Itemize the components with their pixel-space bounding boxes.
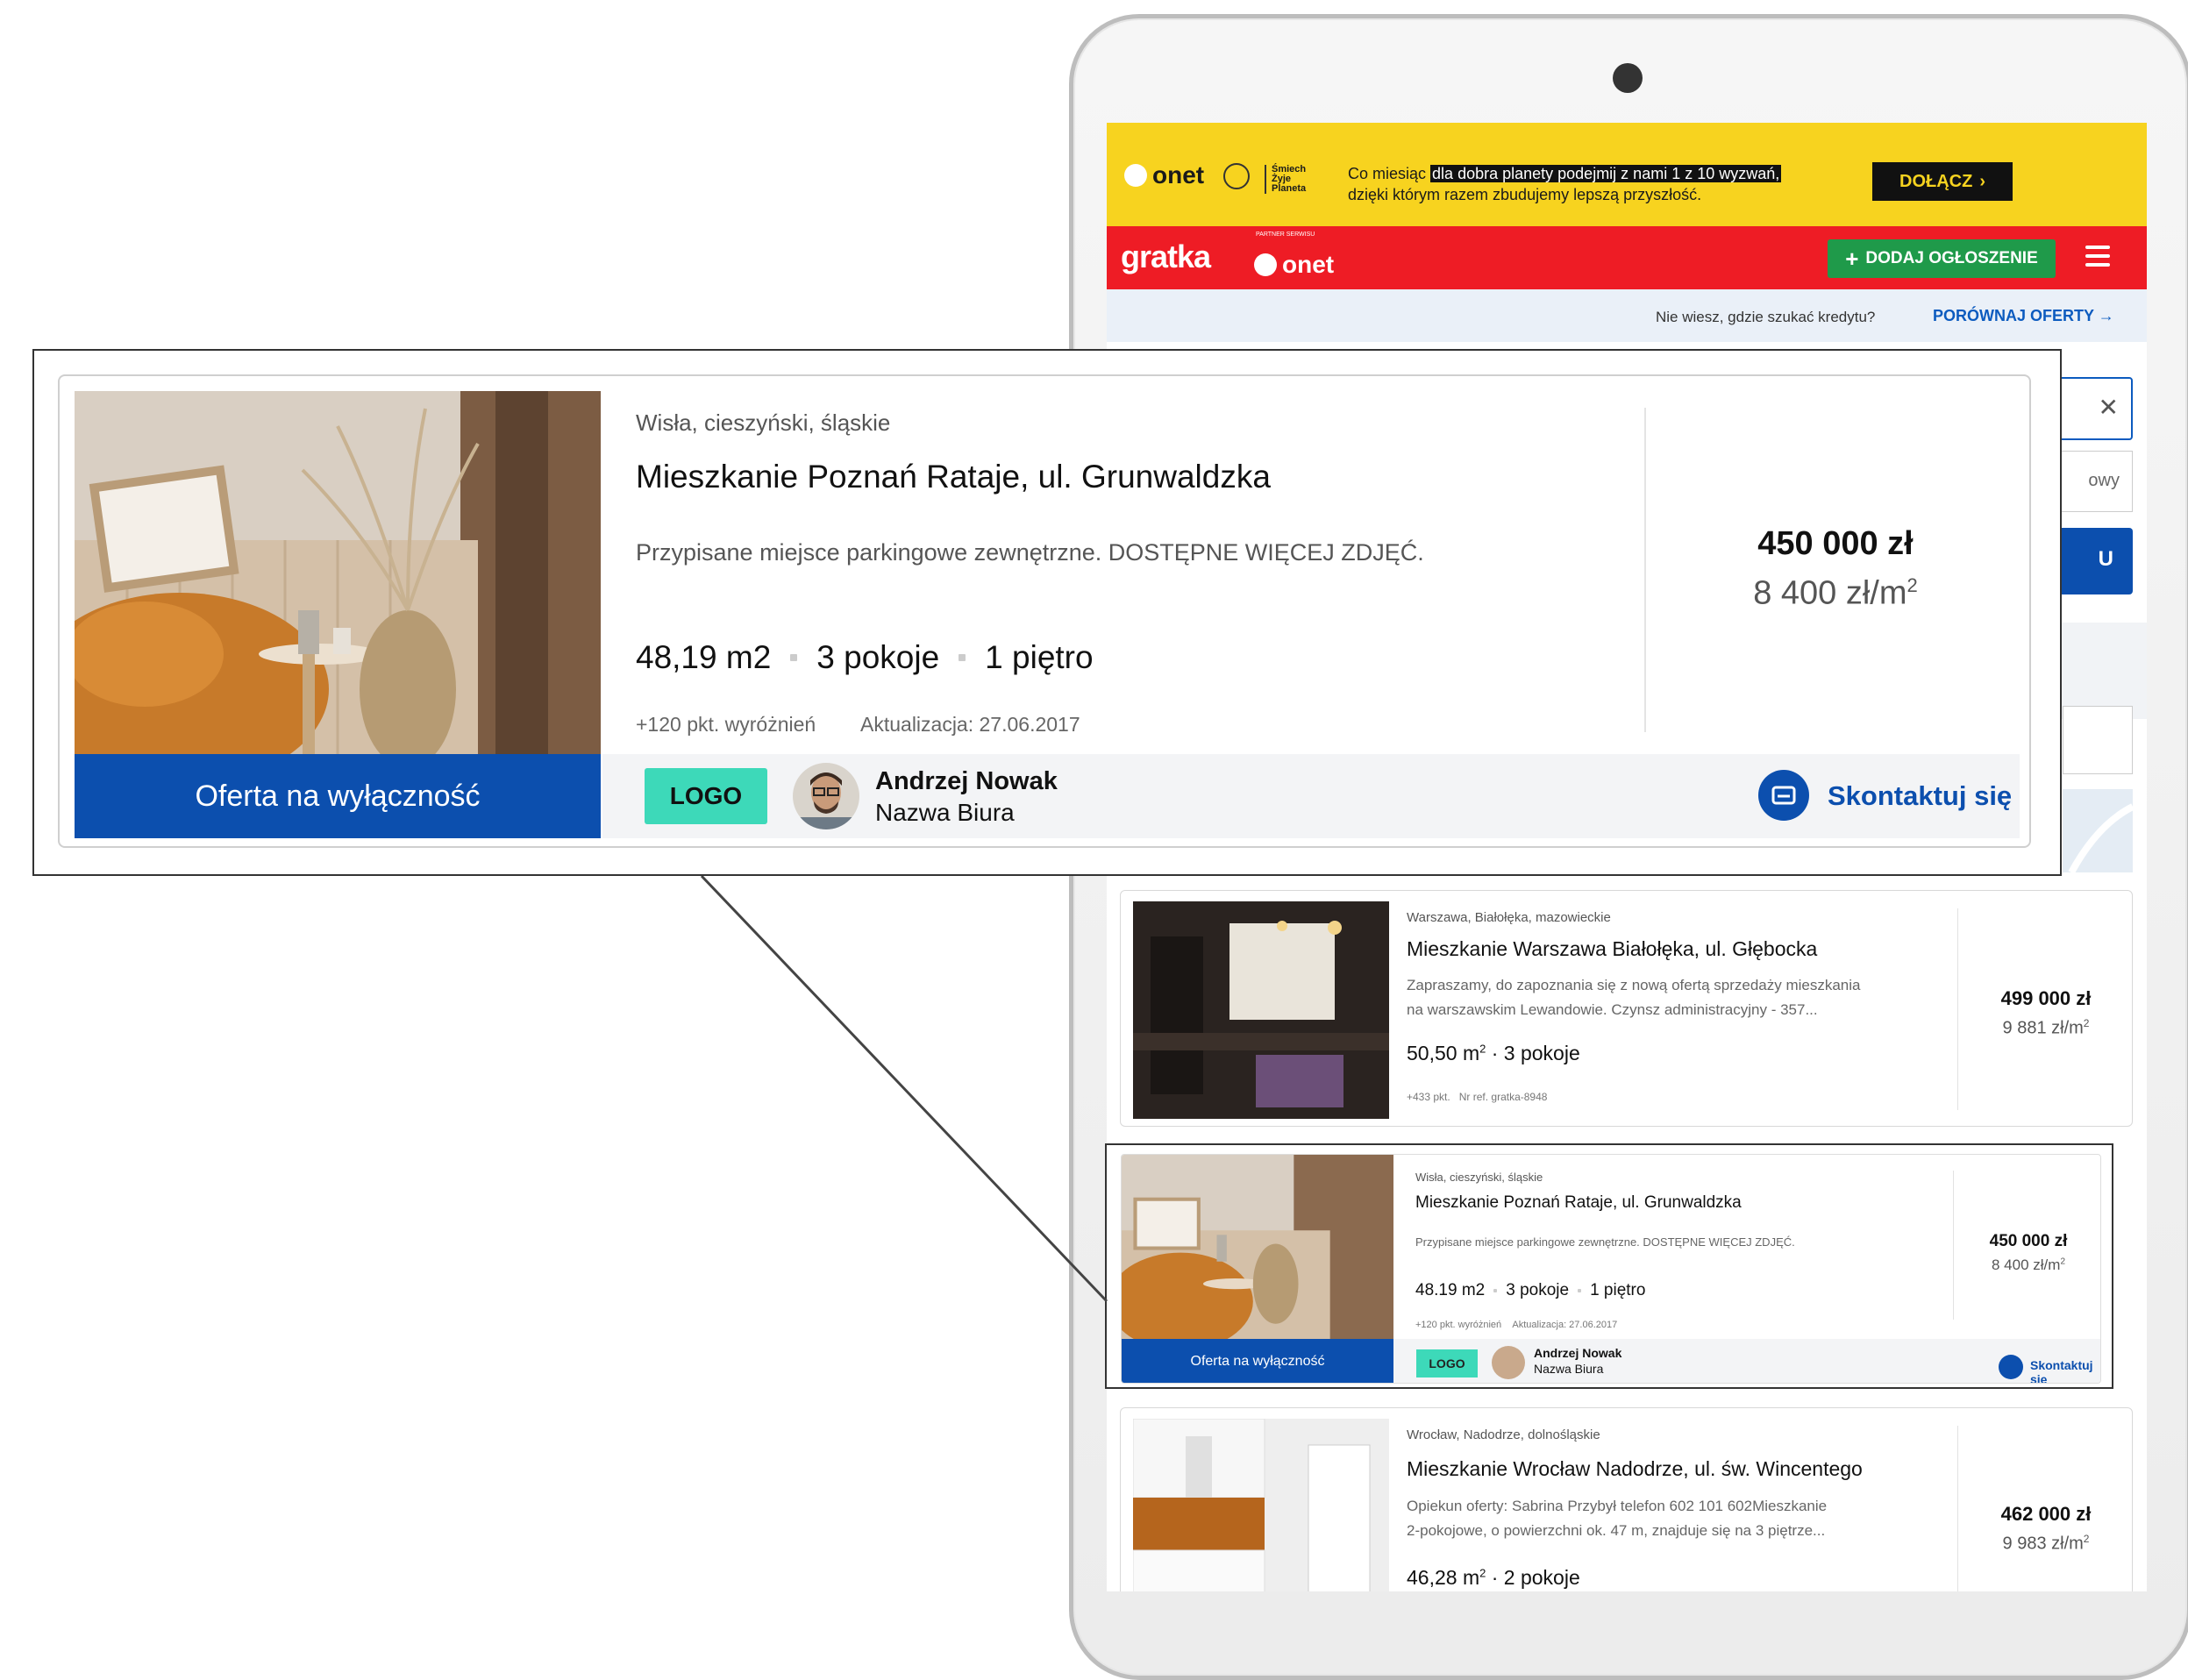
- highlight-points: +120 pkt. wyróżnień: [636, 713, 816, 736]
- agency-logo: LOGO: [645, 768, 767, 824]
- avatar: [793, 763, 859, 829]
- listing-description: Przypisane miejsce parkingowe zewnętrzne…: [636, 539, 1424, 566]
- listing-price: 450 000 zł: [1757, 525, 1914, 562]
- agent-name: Andrzej Nowak: [875, 767, 1058, 795]
- listing-params: 48,19 m2 3 pokoje 1 piętro: [636, 639, 1094, 675]
- updated-date: Aktualizacja: 27.06.2017: [860, 713, 1080, 736]
- featured-listing-card-zoomed[interactable]: Oferta na wyłączność Wisła, cieszyński, …: [58, 374, 2031, 848]
- mail-icon[interactable]: [1758, 770, 1809, 821]
- listing-photo[interactable]: [75, 391, 601, 754]
- listing-price-per-m: 8 400 zł/m2: [1753, 574, 1918, 612]
- agency-name: Nazwa Biura: [875, 799, 1015, 826]
- exclusive-offer-badge: Oferta na wyłączność: [75, 754, 601, 838]
- contact-button[interactable]: Skontaktuj się: [1828, 780, 2012, 812]
- listing-title[interactable]: Mieszkanie Poznań Rataje, ul. Grunwaldzk…: [636, 459, 1271, 495]
- listing-location: Wisła, cieszyński, śląskie: [636, 409, 891, 436]
